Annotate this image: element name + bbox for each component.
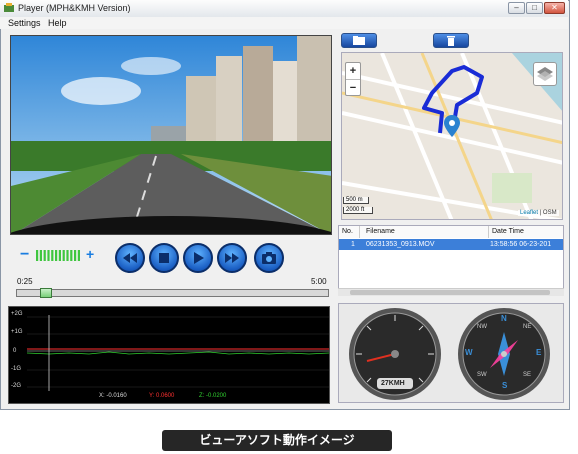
folder-icon bbox=[353, 36, 365, 45]
map-attribution: Leaflet | OSM bbox=[518, 210, 559, 216]
cell-no: 1 bbox=[351, 241, 355, 248]
cell-filename: 06231353_0913.MOV bbox=[366, 241, 435, 248]
volume-segment bbox=[43, 250, 46, 261]
file-list-scrollbar[interactable] bbox=[338, 288, 564, 296]
menu-bar bbox=[0, 17, 568, 29]
minimize-button[interactable]: – bbox=[508, 2, 525, 14]
speedometer-gauge bbox=[349, 308, 441, 400]
z-readout: Z: -0.0200 bbox=[199, 393, 227, 399]
seek-thumb[interactable] bbox=[40, 288, 53, 298]
x-readout: X: -0.0160 bbox=[99, 393, 127, 399]
g-sensor-graph: +2G +1G 0 -1G -2G X: -0.0160 Y: 0.0600 Z… bbox=[8, 306, 330, 404]
compass-nw: NW bbox=[477, 324, 487, 330]
layers-icon bbox=[537, 67, 553, 81]
volume-segment bbox=[74, 250, 77, 261]
stop-icon bbox=[159, 253, 169, 263]
speed-readout: 27KMH bbox=[381, 380, 405, 387]
compass-w: W bbox=[465, 348, 473, 357]
video-still bbox=[11, 36, 331, 234]
seek-bar[interactable] bbox=[16, 289, 329, 297]
column-header-no[interactable]: No. bbox=[339, 226, 360, 238]
leaflet-link[interactable]: Leaflet bbox=[520, 210, 538, 216]
volume-segment bbox=[70, 250, 73, 261]
column-header-datetime[interactable]: Date Time bbox=[489, 226, 563, 238]
table-row[interactable]: 1 06231353_0913.MOV 13:58:56 06-23-201 bbox=[339, 239, 563, 250]
location-pin-icon bbox=[444, 115, 460, 137]
maximize-icon: □ bbox=[532, 3, 537, 12]
cell-datetime: 13:58:56 06-23-201 bbox=[490, 241, 552, 248]
close-button[interactable]: ✕ bbox=[544, 2, 565, 14]
volume-down-button[interactable]: − bbox=[20, 246, 29, 264]
compass-s: S bbox=[502, 381, 508, 390]
volume-segment bbox=[36, 250, 39, 261]
snapshot-icon bbox=[262, 252, 276, 264]
map-scale-feet: 2000 ft bbox=[343, 207, 373, 214]
app-icon bbox=[4, 3, 14, 12]
video-frame[interactable] bbox=[10, 35, 332, 235]
window-title: Player (MPH&KMH Version) bbox=[18, 3, 131, 13]
rewind-icon bbox=[123, 253, 137, 263]
compass-n: N bbox=[501, 314, 507, 323]
volume-segment bbox=[77, 250, 80, 261]
y-readout: Y: 0.0600 bbox=[149, 393, 175, 399]
caption-banner: ビューアソフト動作イメージ bbox=[162, 430, 392, 451]
snapshot-button[interactable] bbox=[254, 243, 284, 273]
map-zoom-out-button[interactable]: − bbox=[346, 80, 360, 96]
play-button[interactable] bbox=[183, 243, 213, 273]
menu-help[interactable]: Help bbox=[48, 18, 67, 28]
open-folder-button[interactable] bbox=[341, 33, 377, 48]
volume-level-bar[interactable] bbox=[36, 250, 82, 261]
trash-icon bbox=[447, 36, 455, 46]
total-time: 5:00 bbox=[311, 277, 327, 286]
column-header-filename[interactable]: Filename bbox=[360, 226, 489, 238]
compass-se: SE bbox=[523, 372, 532, 378]
volume-segment bbox=[66, 250, 69, 261]
rewind-button[interactable] bbox=[115, 243, 145, 273]
play-icon bbox=[194, 252, 204, 264]
compass-sw: SW bbox=[477, 372, 487, 378]
map-zoom-control: + − bbox=[345, 62, 361, 96]
close-icon: ✕ bbox=[551, 3, 558, 12]
stop-button[interactable] bbox=[149, 243, 179, 273]
current-time: 0:25 bbox=[17, 277, 33, 286]
volume-segment bbox=[47, 250, 50, 261]
map-layers-button[interactable] bbox=[533, 62, 557, 86]
fast-forward-button[interactable] bbox=[217, 243, 247, 273]
file-list-table: No. Filename Date Time 1 06231353_0913.M… bbox=[338, 225, 564, 295]
volume-segment bbox=[51, 250, 54, 261]
g-sensor-plot bbox=[26, 315, 329, 391]
volume-segment bbox=[39, 250, 42, 261]
fast-forward-icon bbox=[225, 253, 239, 263]
map-scale-meters: 500 m bbox=[343, 197, 369, 204]
minimize-icon: – bbox=[514, 3, 519, 12]
osm-attribution[interactable]: | OSM bbox=[540, 210, 557, 216]
volume-segment bbox=[62, 250, 65, 261]
volume-segment bbox=[55, 250, 58, 261]
z-axis-trace bbox=[26, 351, 329, 355]
volume-segment bbox=[58, 250, 61, 261]
maximize-button[interactable]: □ bbox=[526, 2, 543, 14]
gauge-panel: 27KMH N S E W NE NW SE SW bbox=[338, 303, 564, 403]
menu-settings[interactable]: Settings bbox=[8, 18, 41, 28]
compass-ne: NE bbox=[523, 324, 532, 330]
compass-e: E bbox=[536, 348, 542, 357]
map-zoom-in-button[interactable]: + bbox=[346, 63, 360, 80]
scrollbar-thumb[interactable] bbox=[350, 290, 550, 295]
volume-up-button[interactable]: + bbox=[86, 246, 94, 262]
delete-button[interactable] bbox=[433, 33, 469, 48]
